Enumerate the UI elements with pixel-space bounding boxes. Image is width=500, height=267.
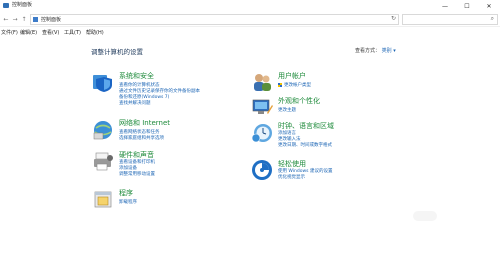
appearance-icon <box>252 99 273 114</box>
category-title[interactable]: 外观和个性化 <box>278 96 320 106</box>
menu-edit[interactable]: 编辑(E) <box>20 29 37 36</box>
menu-tools[interactable]: 工具(T) <box>64 29 81 36</box>
category-title[interactable]: 程序 <box>119 188 133 198</box>
control-panel-icon <box>3 3 9 8</box>
title-bar: 控制面板 — ☐ ✕ <box>0 0 500 12</box>
category-link[interactable]: 优化视觉显示 <box>278 174 305 180</box>
uac-shield-icon <box>278 83 282 87</box>
view-by-dropdown[interactable]: 类别 ▾ <box>382 48 396 54</box>
window-title: 控制面板 <box>12 2 33 8</box>
control-panel-icon <box>33 17 38 22</box>
forward-button[interactable]: → <box>11 15 19 23</box>
page-title: 调整计算机的设置 <box>91 48 143 56</box>
view-by: 查看方式： 类别 ▾ <box>355 47 396 54</box>
address-bar-row: ← → ↑ 控制面板 ↻ ⌕ <box>0 12 500 27</box>
view-by-label: 查看方式： <box>355 48 381 54</box>
search-icon: ⌕ <box>490 15 494 22</box>
back-button[interactable]: ← <box>2 15 10 23</box>
address-bar[interactable]: 控制面板 ↻ <box>30 14 399 25</box>
menu-file[interactable]: 文件(F) <box>1 29 18 36</box>
watermark <box>413 211 437 221</box>
category-link[interactable]: 更改日期、时间或数字格式 <box>278 142 332 148</box>
programs-icon <box>94 191 112 208</box>
category-link[interactable]: 选择家庭组和共享选项 <box>119 135 164 141</box>
category-title[interactable]: 网络和 Internet <box>119 118 170 128</box>
maximize-button[interactable]: ☐ <box>456 0 478 12</box>
search-input[interactable]: ⌕ <box>402 14 498 25</box>
menu-bar: 文件(F) 编辑(E) 查看(V) 工具(T) 帮助(H) <box>0 27 500 37</box>
close-button[interactable]: ✕ <box>478 0 500 12</box>
shield-icon <box>93 75 112 92</box>
category-title[interactable]: 系统和安全 <box>119 71 154 81</box>
network-icon <box>93 121 112 140</box>
printer-icon <box>94 152 113 171</box>
users-icon <box>254 74 271 91</box>
menu-view[interactable]: 查看(V) <box>42 29 59 36</box>
menu-help[interactable]: 帮助(H) <box>86 29 104 36</box>
category-link[interactable]: 调整常用移动设置 <box>119 171 155 177</box>
window-controls: — ☐ ✕ <box>434 0 500 12</box>
category-link[interactable]: 查找并解决问题 <box>119 100 151 106</box>
breadcrumb[interactable]: 控制面板 <box>41 16 61 23</box>
minimize-button[interactable]: — <box>434 0 456 12</box>
category-link[interactable]: 卸载程序 <box>119 199 137 205</box>
clock-icon <box>251 124 272 143</box>
refresh-icon[interactable]: ↻ <box>391 15 396 22</box>
category-link[interactable]: 更改帐户类型 <box>284 82 311 88</box>
ease-of-access-icon <box>252 160 272 180</box>
category-title[interactable]: 用户帐户 <box>278 71 306 81</box>
up-button[interactable]: ↑ <box>20 15 28 23</box>
category-link[interactable]: 更改主题 <box>278 107 296 113</box>
